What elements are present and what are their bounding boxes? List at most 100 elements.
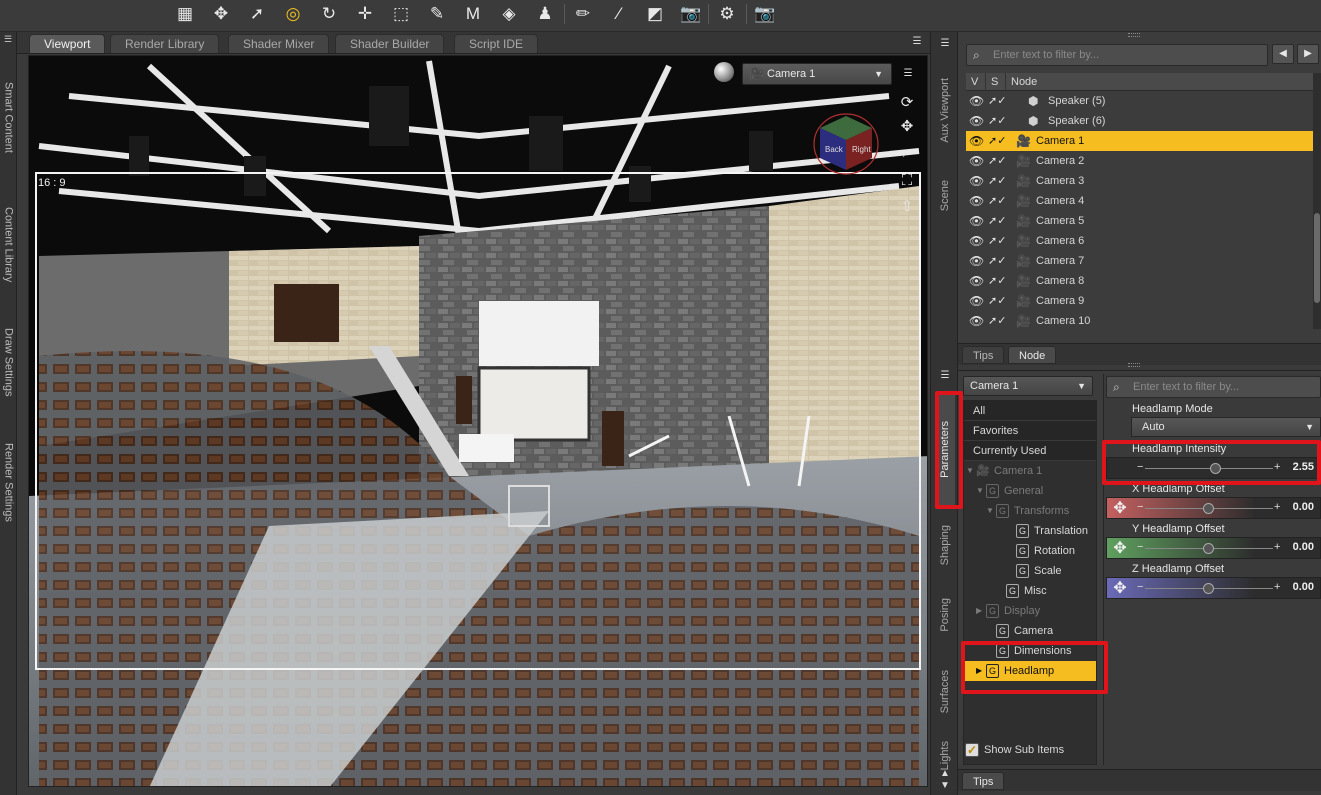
zoom-icon[interactable]: ⌕ (896, 142, 918, 164)
selectable-cursor-icon[interactable]: ➚✓ (988, 251, 1006, 271)
column-node[interactable]: Node (1006, 73, 1313, 91)
group-translation[interactable]: G Translation (964, 521, 1096, 541)
visibility-eye-icon[interactable]: 👁 (969, 231, 984, 251)
scene-filter-input[interactable]: ⌕ Enter text to filter by... (966, 44, 1268, 66)
group-scale[interactable]: G Scale (964, 561, 1096, 581)
tab-node[interactable]: Node (1008, 346, 1057, 364)
column-visible[interactable]: V (966, 73, 986, 91)
region-navigator-tool-icon[interactable]: ◩ (642, 2, 668, 26)
tab-shader-builder[interactable]: Shader Builder (335, 34, 445, 53)
increment-icon[interactable]: + (1274, 461, 1280, 473)
pan-icon[interactable]: ✥ (896, 116, 918, 138)
slider-knob[interactable] (1203, 583, 1214, 594)
scene-node-row[interactable]: 👁 ➚✓ 🎥 Camera 3 (966, 171, 1313, 191)
group-favorites[interactable]: Favorites (964, 421, 1096, 441)
increment-icon[interactable]: + (1274, 501, 1280, 513)
decrement-icon[interactable]: − (1137, 461, 1143, 473)
group-general[interactable]: ▼ G General (964, 481, 1096, 501)
rotate-tool-icon[interactable]: ↻ (316, 2, 342, 26)
y-headlamp-offset-slider[interactable]: ✥ − + 0.00 (1106, 537, 1321, 559)
tab-viewport[interactable]: Viewport (29, 34, 106, 53)
group-camera-1[interactable]: ▼ 🎥 Camera 1 (964, 461, 1096, 481)
node-selection-tool-icon[interactable]: ➚ (244, 2, 270, 26)
tab-shaping[interactable]: Shaping (935, 510, 955, 580)
orbit-icon[interactable]: ⟳ (896, 92, 918, 114)
pane-menu-icon[interactable]: ☰ (910, 36, 924, 48)
pose-tool-icon[interactable]: ⚙ (714, 2, 740, 26)
slider-knob[interactable] (1210, 463, 1222, 474)
selectable-cursor-icon[interactable]: ➚✓ (988, 231, 1006, 251)
collapsed-triangle-icon[interactable]: ▶ (976, 661, 982, 681)
scene-node-row[interactable]: 👁 ➚✓ 🎥 Camera 4 (966, 191, 1313, 211)
tab-tips[interactable]: Tips (962, 772, 1005, 790)
scene-node-row[interactable]: 👁 ➚✓ 🎥 Camera 9 (966, 291, 1313, 311)
visibility-eye-icon[interactable]: 👁 (969, 171, 984, 191)
decrement-icon[interactable]: − (1137, 501, 1143, 513)
scene-node-row[interactable]: 👁 ➚✓ 🎥 Camera 7 (966, 251, 1313, 271)
parameters-filter-input[interactable]: ⌕ Enter text to filter by... (1106, 376, 1321, 398)
scroll-down-icon[interactable]: ▼ (938, 780, 952, 792)
tab-tips[interactable]: Tips (962, 346, 1005, 364)
frame-icon[interactable]: ⛶ (896, 170, 918, 192)
z-headlamp-offset-slider[interactable]: ✥ − + 0.00 (1106, 577, 1321, 599)
column-selectable[interactable]: S (986, 73, 1006, 91)
selectable-cursor-icon[interactable]: ➚✓ (988, 311, 1006, 331)
pane-menu-icon[interactable]: ☰ (2, 34, 14, 44)
scene-node-row[interactable]: 👁 ➚✓ 🎥 Camera 10 (966, 311, 1313, 331)
selectable-cursor-icon[interactable]: ➚✓ (988, 271, 1006, 291)
geometry-editor-tool-icon[interactable]: ⁄ (606, 2, 632, 26)
scale-tool-icon[interactable]: ⬚ (388, 2, 414, 26)
pane-grip[interactable] (1128, 33, 1140, 37)
move-arrows-icon[interactable]: ✥ (1110, 499, 1130, 519)
scene-node-row[interactable]: 👁 ➚✓ 🎥 Camera 5 (966, 211, 1313, 231)
scroll-up-icon[interactable]: ▲ (938, 768, 952, 780)
view-cube[interactable]: Back Right (812, 108, 880, 176)
tab-script-ide[interactable]: Script IDE (454, 34, 539, 53)
decrement-icon[interactable]: − (1137, 581, 1143, 593)
tab-render-library[interactable]: Render Library (110, 34, 220, 53)
render-tool-icon[interactable]: 📷 (752, 2, 778, 26)
tab-posing[interactable]: Posing (935, 584, 955, 646)
slider-knob[interactable] (1203, 503, 1214, 514)
group-headlamp[interactable]: ▶ G Headlamp (964, 661, 1096, 681)
scene-node-row[interactable]: 👁 ➚✓ ⬢ Speaker (6) (966, 111, 1313, 131)
scene-node-row[interactable]: 👁 ➚✓ 🎥 Camera 1 (966, 131, 1313, 151)
active-pose-tool-icon[interactable]: ♟ (532, 2, 558, 26)
property-value[interactable]: 2.55 (1293, 461, 1314, 473)
scene-node-row[interactable]: 👁 ➚✓ 🎥 Camera 8 (966, 271, 1313, 291)
scene-node-row[interactable]: 👁 ➚✓ 🎥 Camera 2 (966, 151, 1313, 171)
tab-draw-settings[interactable]: Draw Settings (0, 307, 17, 417)
tab-render-settings[interactable]: Render Settings (0, 422, 17, 542)
tab-surfaces[interactable]: Surfaces (935, 656, 955, 728)
visibility-eye-icon[interactable]: 👁 (969, 111, 984, 131)
tab-smart-content[interactable]: Smart Content (0, 62, 17, 172)
previous-arrow-button[interactable]: ◀ (1272, 44, 1294, 64)
visibility-eye-icon[interactable]: 👁 (969, 131, 984, 151)
selectable-cursor-icon[interactable]: ➚✓ (988, 211, 1006, 231)
increment-icon[interactable]: + (1274, 541, 1280, 553)
scene-node-row[interactable]: 👁 ➚✓ 🎥 Camera 6 (966, 231, 1313, 251)
pane-menu-icon[interactable]: ☰ (938, 370, 952, 382)
collapsed-triangle-icon[interactable]: ▶ (976, 601, 982, 621)
selectable-cursor-icon[interactable]: ➚✓ (988, 91, 1006, 111)
expanded-triangle-icon[interactable]: ▼ (966, 461, 974, 481)
selectable-cursor-icon[interactable]: ➚✓ (988, 191, 1006, 211)
show-sub-items-checkbox[interactable]: ✓ Show Sub Items (965, 741, 1093, 759)
pane-grip[interactable] (1128, 363, 1140, 367)
move-arrows-icon[interactable]: ✥ (1110, 539, 1130, 559)
surface-selection-tool-icon[interactable]: ◈ (496, 2, 522, 26)
property-value[interactable]: 0.00 (1293, 541, 1314, 553)
viewport-menu-icon[interactable]: ☰ (901, 68, 915, 80)
selectable-cursor-icon[interactable]: ➚✓ (988, 131, 1006, 151)
selectable-cursor-icon[interactable]: ➚✓ (988, 291, 1006, 311)
spot-render-tool-icon[interactable]: ◎ (280, 2, 306, 26)
expanded-triangle-icon[interactable]: ▼ (986, 501, 994, 521)
expanded-triangle-icon[interactable]: ▼ (976, 481, 984, 501)
home-view-icon[interactable]: ⇧ (896, 196, 918, 218)
selectable-cursor-icon[interactable]: ➚✓ (988, 151, 1006, 171)
morph-tool-icon[interactable]: M (460, 2, 486, 26)
selectable-cursor-icon[interactable]: ➚✓ (988, 171, 1006, 191)
scrollbar-thumb[interactable] (1314, 213, 1320, 303)
group-display[interactable]: ▶ G Display (964, 601, 1096, 621)
increment-icon[interactable]: + (1274, 581, 1280, 593)
